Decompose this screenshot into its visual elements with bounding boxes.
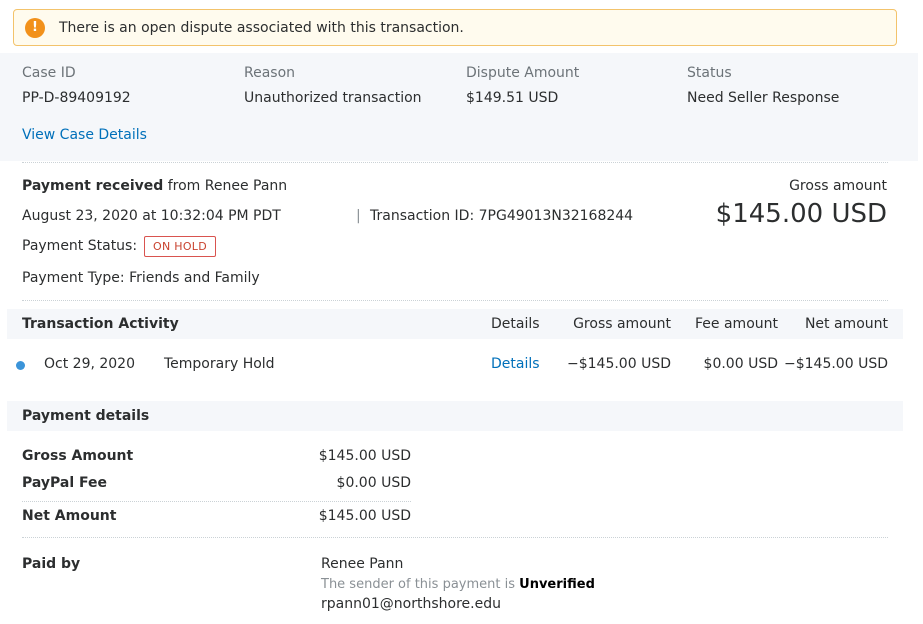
reason-label: Reason <box>244 65 296 81</box>
exclamation-icon: ! <box>25 17 45 38</box>
status-label: Status <box>687 65 732 81</box>
case-id-label: Case ID <box>22 65 76 81</box>
reason-value: Unauthorized transaction <box>244 90 422 106</box>
payer-email: rpann01@northshore.edu <box>321 596 501 612</box>
payment-sender: from Renee Pann <box>167 178 288 194</box>
activity-dot-icon <box>16 361 25 370</box>
case-panel: Case ID PP-D-89409192 Reason Unauthorize… <box>0 53 918 161</box>
paid-by-label: Paid by <box>22 556 81 572</box>
gross-amount-value: $145.00 USD <box>715 199 887 229</box>
alert-text: There is an open dispute associated with… <box>59 19 464 36</box>
status-value: Need Seller Response <box>687 90 840 106</box>
payment-received: Payment received from Renee Pann <box>22 178 287 194</box>
view-case-details-link[interactable]: View Case Details <box>22 127 147 143</box>
transaction-activity-header: Transaction Activity Details Gross amoun… <box>7 309 903 339</box>
dispute-amount-column: Dispute Amount $149.51 USD <box>466 65 579 106</box>
activity-description: Temporary Hold <box>164 356 275 372</box>
payment-type: Payment Type: Friends and Family <box>22 270 260 286</box>
case-id-value: PP-D-89409192 <box>22 90 131 106</box>
gross-amount-row-value: $145.00 USD <box>318 448 411 464</box>
dispute-amount-value: $149.51 USD <box>466 90 559 106</box>
dispute-amount-label: Dispute Amount <box>466 65 580 81</box>
divider <box>22 162 888 163</box>
activity-net: −$145.00 USD <box>784 356 888 372</box>
divider <box>22 501 411 502</box>
sender-status: Unverified <box>519 577 595 592</box>
transaction-activity-title: Transaction Activity <box>22 316 179 332</box>
sender-verification: The sender of this payment is Unverified <box>321 577 595 592</box>
paypal-fee-value: $0.00 USD <box>336 475 411 491</box>
dispute-alert: ! There is an open dispute associated wi… <box>13 9 897 46</box>
status-column: Status Need Seller Response <box>687 65 839 106</box>
status-badge: ON HOLD <box>144 236 216 257</box>
net-amount-value: $145.00 USD <box>318 508 411 524</box>
paypal-fee-label: PayPal Fee <box>22 475 108 491</box>
gross-column-header: Gross amount <box>573 316 671 332</box>
payment-received-label: Payment received <box>22 178 164 194</box>
divider <box>22 300 888 301</box>
separator: | <box>356 208 361 224</box>
activity-date: Oct 29, 2020 <box>44 356 135 372</box>
sender-note: The sender of this payment is <box>321 577 515 592</box>
fee-column-header: Fee amount <box>695 316 778 332</box>
transaction-id: Transaction ID: 7PG49013N32168244 <box>370 208 634 224</box>
payment-date: August 23, 2020 at 10:32:04 PM PDT <box>22 208 281 224</box>
activity-gross: −$145.00 USD <box>567 356 671 372</box>
gross-amount-label: Gross amount <box>789 178 887 194</box>
net-column-header: Net amount <box>804 316 888 332</box>
payment-details-title: Payment details <box>22 408 150 424</box>
details-column-header: Details <box>491 316 540 332</box>
gross-amount-row-label: Gross Amount <box>22 448 134 464</box>
payer-name: Renee Pann <box>321 556 404 572</box>
case-id-column: Case ID PP-D-89409192 <box>22 65 131 106</box>
net-amount-label: Net Amount <box>22 508 117 524</box>
payment-status-label: Payment Status: <box>22 238 138 254</box>
reason-column: Reason Unauthorized transaction <box>244 65 422 106</box>
payment-details-header: Payment details <box>7 401 903 431</box>
activity-fee: $0.00 USD <box>703 356 778 372</box>
activity-details-link[interactable]: Details <box>491 356 540 372</box>
divider <box>22 537 888 538</box>
